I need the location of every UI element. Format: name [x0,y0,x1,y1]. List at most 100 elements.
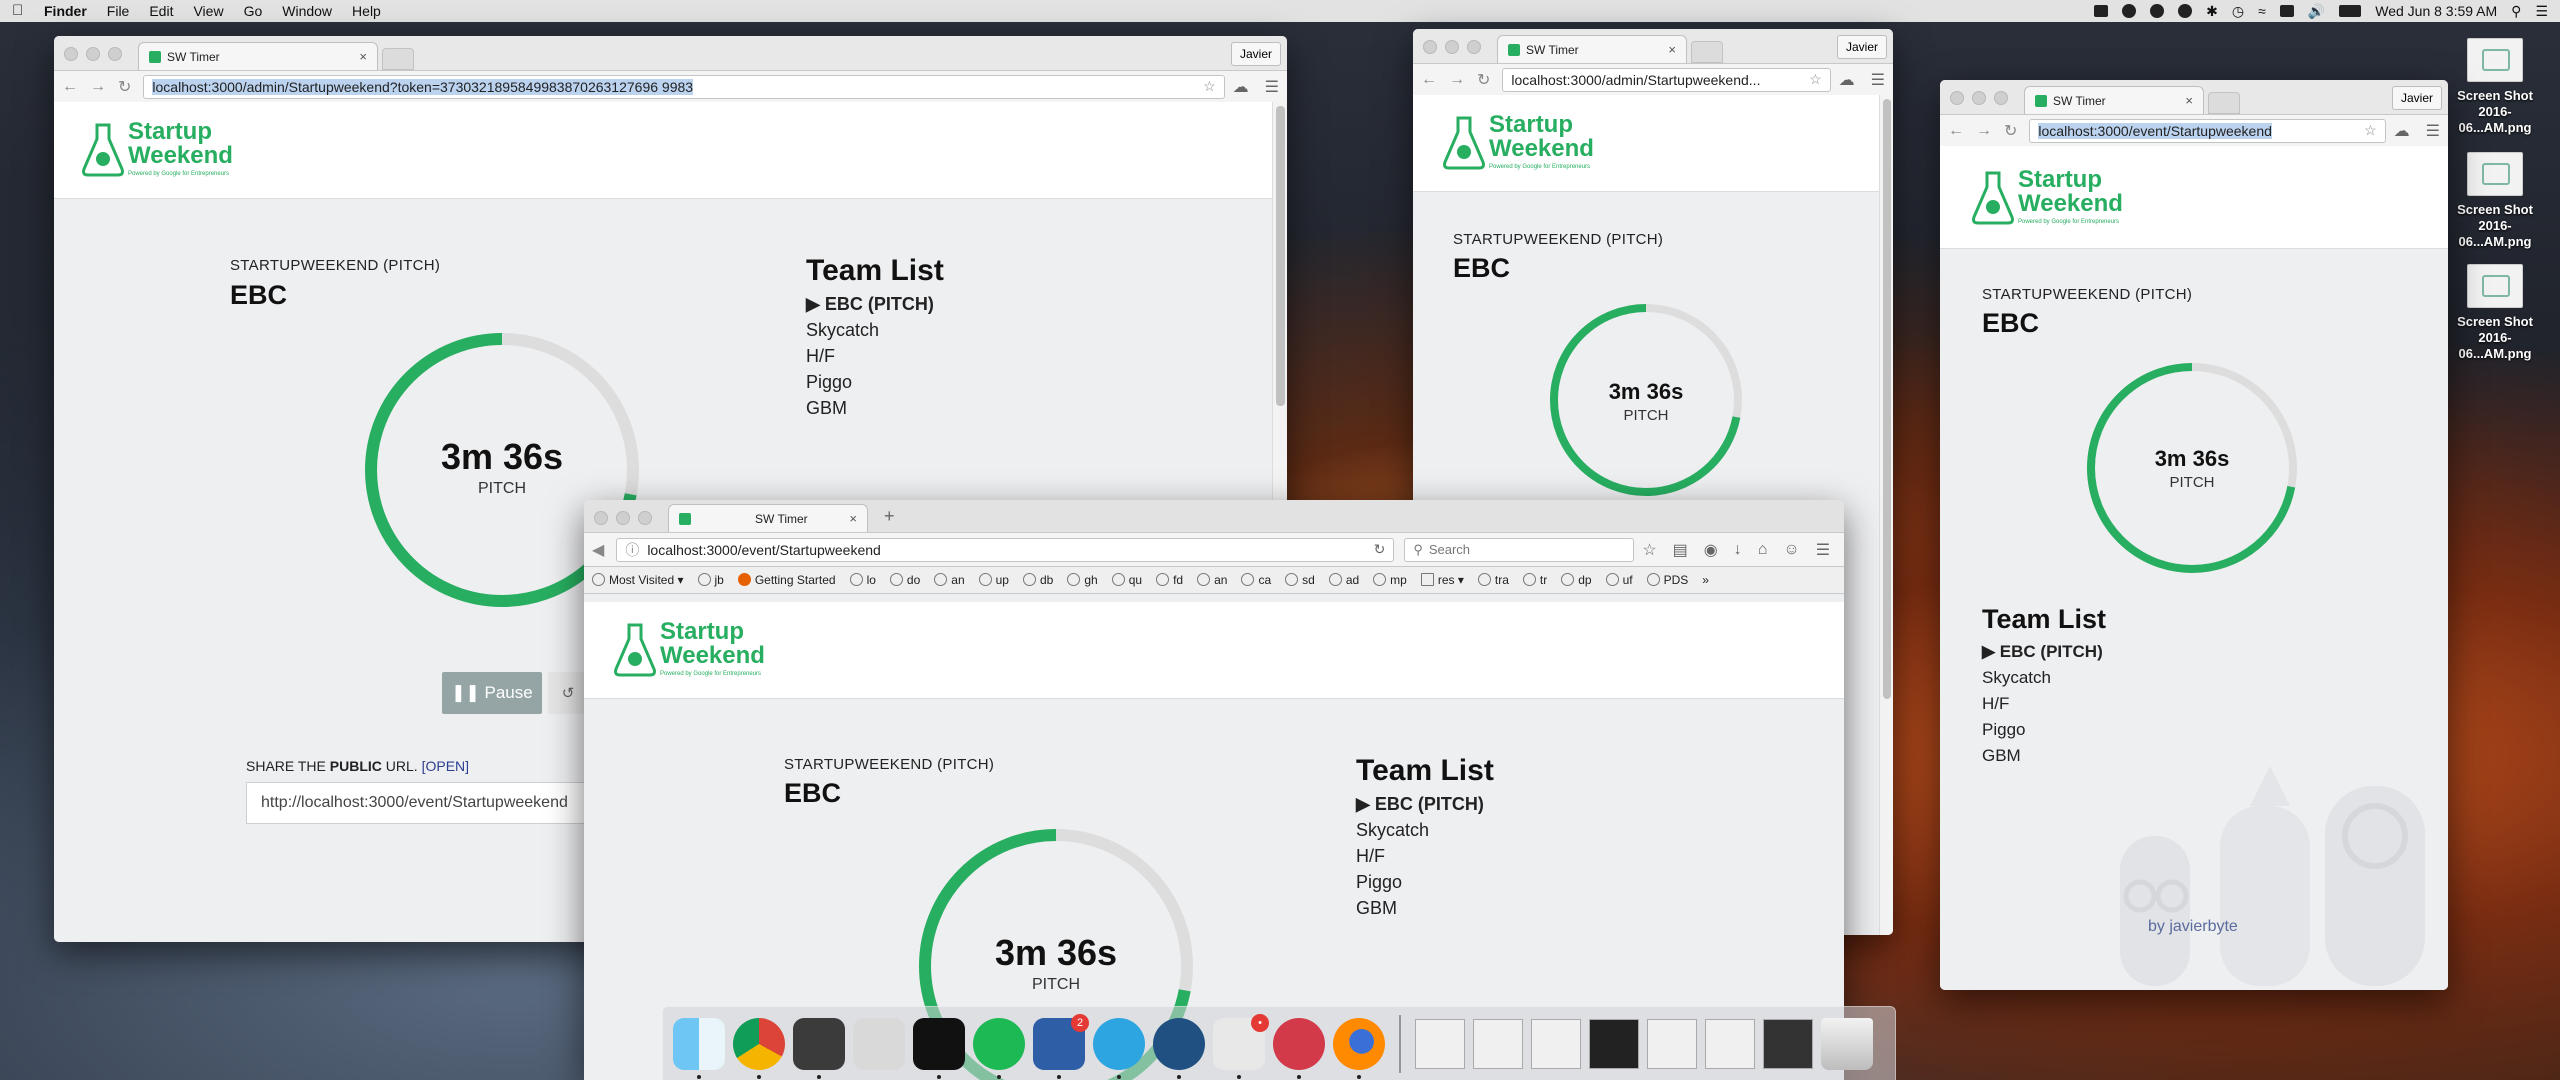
status-app-icon[interactable] [2150,4,2165,18]
minimize-window-button[interactable] [616,511,630,525]
bookmark-item[interactable]: lo [849,573,876,587]
extension-icon[interactable]: ☁ [1233,77,1249,97]
minimized-window-thumbnail[interactable] [1763,1018,1813,1069]
firefox-menu-icon[interactable]: ☰ [1816,540,1830,560]
pause-button[interactable]: ❚❚ Pause [442,672,542,714]
bookmark-item[interactable]: gh [1067,573,1098,587]
address-bar[interactable]: localhost:3000/admin/Startupweekend... ☆ [1502,67,1831,92]
forward-icon[interactable]: → [1976,122,1992,140]
menu-file[interactable]: File [107,3,130,19]
menu-app-finder[interactable]: Finder [44,3,87,19]
airmail-icon[interactable] [1273,1017,1325,1079]
input-source-icon[interactable] [2279,5,2294,17]
launchpad-icon[interactable] [853,1017,905,1070]
browser-tab[interactable]: SW Timer × [1497,35,1687,63]
reload-icon[interactable]: ↻ [118,77,131,97]
extension-icon[interactable]: ☁ [2394,121,2410,141]
close-tab-icon[interactable]: × [359,49,367,64]
menu-clock[interactable]: Wed Jun 8 3:59 AM [2375,3,2497,19]
site-info-icon[interactable]: ⓘ [625,540,639,560]
profile-button[interactable]: Javier [1230,42,1281,66]
close-window-button[interactable] [1950,91,1964,105]
desktop-file-icon[interactable]: Screen Shot 2016-06...AM.png [2450,152,2540,250]
zoom-window-button[interactable] [1467,40,1481,54]
telegram-icon[interactable] [1093,1017,1145,1079]
desktop-file-icon[interactable]: Screen Shot 2016-06...AM.png [2450,264,2540,362]
notification-center-icon[interactable]: ☰ [2535,3,2548,20]
desktop-file-icon[interactable]: Screen Shot 2016-06...AM.png [2450,38,2540,136]
open-link[interactable]: [OPEN] [422,758,469,774]
address-bar[interactable]: localhost:3000/event/Startupweekend ☆ [2029,118,2386,143]
back-icon[interactable]: ← [62,78,78,96]
status-app-icon[interactable] [2094,5,2109,17]
profile-button[interactable]: Javier [2391,86,2442,110]
firefox-icon[interactable] [1333,1017,1385,1079]
reload-icon[interactable]: ↻ [1374,541,1386,558]
menu-view[interactable]: View [193,3,223,19]
bookmark-star-icon[interactable]: ☆ [2364,122,2377,139]
bookmark-item[interactable]: fd [1156,573,1183,587]
zoom-window-button[interactable] [108,47,122,61]
bookmark-star-icon[interactable]: ☆ [1809,71,1822,88]
address-bar[interactable]: ⓘ localhost:3000/event/Startupweekend ↻ [616,537,1395,562]
reading-list-icon[interactable]: ▤ [1673,540,1688,560]
bookmark-star-icon[interactable]: ☆ [1642,540,1656,560]
new-tab-button[interactable]: + [884,506,895,527]
volume-icon[interactable]: 🔊 [2308,3,2325,20]
wifi-icon[interactable]: ≈ [2258,3,2266,19]
bookmark-star-icon[interactable]: ☆ [1203,78,1216,95]
finder-icon[interactable] [673,1017,725,1079]
chrome-menu-icon[interactable]: ☰ [2426,121,2440,141]
chrome-menu-icon[interactable]: ☰ [1265,77,1279,97]
minimized-window-thumbnail[interactable] [1415,1018,1465,1069]
forward-icon[interactable]: → [90,78,106,96]
reset-button[interactable]: ↺ [548,672,588,714]
close-tab-icon[interactable]: × [2185,93,2193,108]
slack-icon[interactable]: • [1213,1013,1269,1079]
address-bar[interactable]: localhost:3000/admin/Startupweekend?toke… [143,74,1225,99]
profile-button[interactable]: Javier [1836,35,1887,59]
startup-weekend-logo[interactable]: Startup Weekend Powered by Google for En… [614,620,765,677]
pocket-icon[interactable]: ◉ [1704,540,1718,560]
startup-weekend-logo[interactable]: Startup Weekend Powered by Google for En… [1443,113,1594,170]
search-box[interactable]: ⚲ Search [1404,537,1635,562]
home-icon[interactable]: ⌂ [1758,541,1768,559]
spotlight-icon[interactable]: ⚲ [2511,3,2521,20]
minimize-window-button[interactable] [1972,91,1986,105]
chat-icon[interactable]: ☺ [1783,541,1799,559]
bookmark-item[interactable]: db [1022,573,1053,587]
bookmark-item[interactable]: tra [1477,573,1509,587]
zoom-window-button[interactable] [1994,91,2008,105]
close-tab-icon[interactable]: × [1668,42,1676,57]
chrome-icon[interactable] [733,1017,785,1079]
browser-tab[interactable]: SW Timer × [668,504,868,532]
terminal-icon[interactable] [913,1017,965,1079]
browser-tab[interactable]: SW Timer × [138,42,378,70]
status-app-icon[interactable] [2178,4,2193,18]
bookmark-item[interactable]: sd [1285,573,1315,587]
author-credit[interactable]: by javierbyte [2148,918,2238,936]
zoom-window-button[interactable] [638,511,652,525]
minimized-window-thumbnail[interactable] [1531,1018,1581,1069]
bookmark-folder[interactable]: Most Visited ▾ [592,573,684,587]
sourcetree-icon[interactable] [1153,1017,1205,1079]
close-tab-icon[interactable]: × [849,511,857,526]
close-window-button[interactable] [64,47,78,61]
bookmark-folder[interactable]: res ▾ [1420,573,1464,587]
bookmark-item[interactable]: an [934,573,965,587]
minimized-window-thumbnail[interactable] [1589,1018,1639,1069]
tasks-icon[interactable]: 2 [1033,1013,1089,1079]
bookmark-item[interactable]: an [1197,573,1227,587]
close-window-button[interactable] [1423,40,1437,54]
minimized-window-thumbnail[interactable] [1705,1018,1755,1069]
extension-icon[interactable]: ☁ [1839,70,1855,90]
scrollbar-thumb[interactable] [1883,99,1891,699]
reload-icon[interactable]: ↻ [2004,121,2017,141]
menu-window[interactable]: Window [282,3,332,19]
bookmark-item[interactable]: up [978,573,1009,587]
minimized-window-thumbnail[interactable] [1647,1018,1697,1069]
startup-weekend-logo[interactable]: Startup Weekend Powered by Google for En… [1972,168,2123,225]
reload-icon[interactable]: ↻ [1477,70,1490,90]
battery-icon[interactable] [2339,5,2362,17]
bluetooth-icon[interactable]: ✱ [2206,3,2218,20]
